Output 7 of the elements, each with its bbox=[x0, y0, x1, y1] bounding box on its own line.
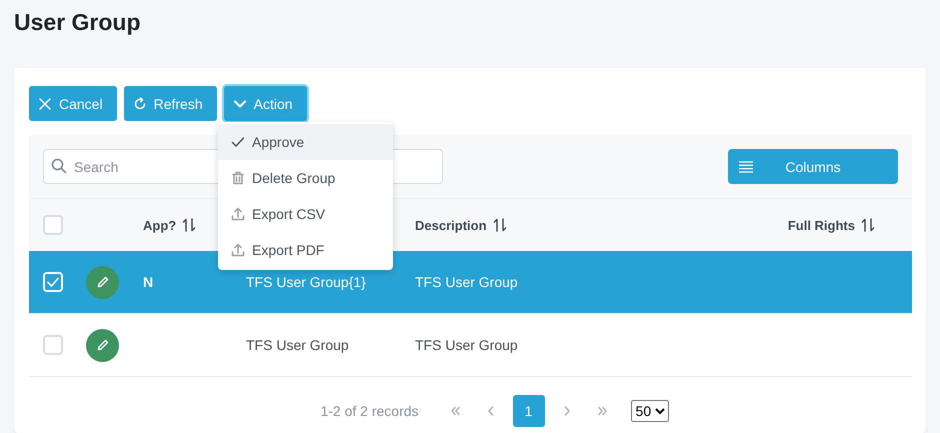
table-cell: TFS User Group bbox=[415, 337, 518, 353]
records-summary: 1-2 of 2 records bbox=[320, 403, 419, 419]
table-cell: N bbox=[143, 274, 154, 290]
page-title: User Group bbox=[14, 8, 142, 37]
table-cell: TFS User Group{1} bbox=[246, 274, 366, 290]
table-cell: TFS User Group bbox=[415, 274, 518, 290]
table-cell: TFS User Group bbox=[246, 337, 349, 353]
